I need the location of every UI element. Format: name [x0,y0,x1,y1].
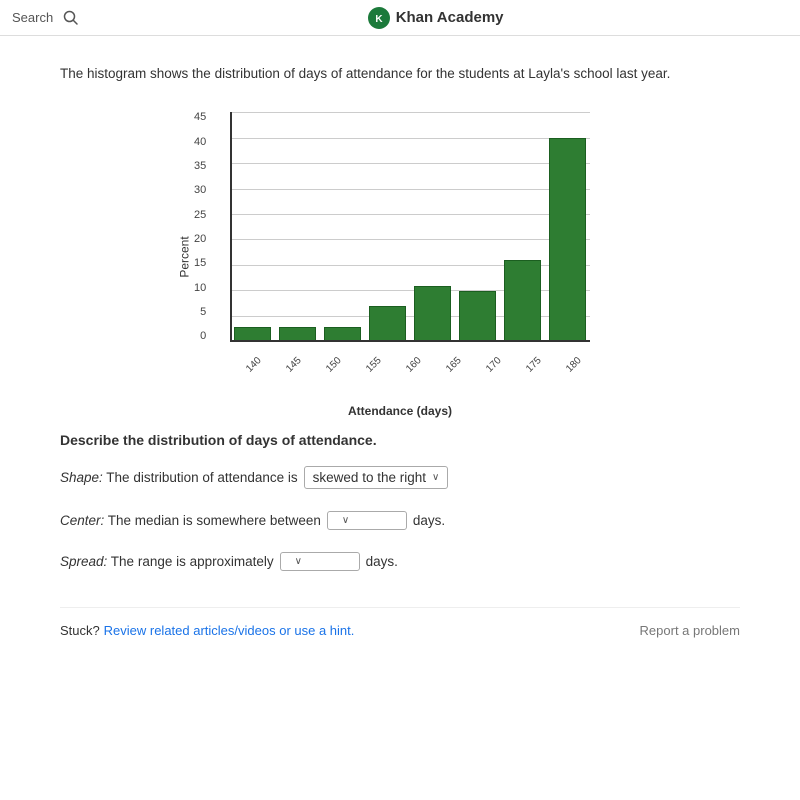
y-tick-5: 5 [200,307,206,318]
chart-container: Percent 45 40 35 30 25 20 15 10 5 0 [60,102,740,412]
center-unit: days. [413,513,445,528]
brand-icon: K [368,7,390,29]
bar-group-145-150 [275,112,320,342]
y-axis-line [230,112,232,342]
center-row: Center: The median is somewhere between … [60,511,740,530]
x-tick-180: 180 [556,347,592,383]
shape-dropdown[interactable]: skewed to the right ∨ [304,466,449,489]
describe-title: Describe the distribution of days of att… [60,432,740,448]
bar-group-165-170 [455,112,500,342]
shape-value: skewed to the right [313,470,426,485]
bar-160-165 [414,286,451,342]
bar-group-155-160 [365,112,410,342]
y-axis-labels: 45 40 35 30 25 20 15 10 5 0 [194,112,206,342]
y-tick-25: 25 [194,210,206,221]
x-tick-150: 150 [316,347,352,383]
x-axis-line [230,340,590,342]
bar-group-175-180 [545,112,590,342]
x-tick-175: 175 [516,347,552,383]
bar-group-160-165 [410,112,455,342]
svg-text:K: K [375,14,383,25]
stuck-area: Stuck? Review related articles/videos or… [60,622,354,638]
bar-170-175 [504,260,541,342]
search-area: Search [12,6,83,30]
bar-155-160 [369,306,406,342]
y-tick-40: 40 [194,137,206,148]
x-tick-170: 170 [476,347,512,383]
chart-inner: 45 40 35 30 25 20 15 10 5 0 [230,112,590,372]
bars-area [230,112,590,342]
shape-dropdown-arrow: ∨ [432,472,439,483]
search-icon[interactable] [59,6,83,30]
spread-label: Spread: The range is approximately [60,554,274,569]
y-axis-label: Percent [178,237,192,278]
content-area: The histogram shows the distribution of … [0,36,800,800]
stuck-text: Stuck? [60,623,100,638]
describe-section: Describe the distribution of days of att… [60,432,740,571]
spread-row: Spread: The range is approximately ∨ day… [60,552,740,571]
y-tick-15: 15 [194,258,206,269]
x-axis-label: Attendance (days) [190,404,610,418]
footer-bar: Stuck? Review related articles/videos or… [60,607,740,638]
shape-label: Shape: The distribution of attendance is [60,470,298,485]
x-tick-155: 155 [356,347,392,383]
bar-group-140-145 [230,112,275,342]
bar-165-170 [459,291,496,342]
spread-unit: days. [366,554,398,569]
y-tick-35: 35 [194,161,206,172]
brand-name: Khan Academy [396,9,504,26]
brand-center: K Khan Academy [83,7,788,29]
y-tick-30: 30 [194,185,206,196]
y-tick-0: 0 [200,331,206,342]
x-tick-165: 165 [436,347,472,383]
spread-dropdown-arrow: ∨ [295,556,302,567]
center-dropdown-arrow: ∨ [342,515,349,526]
bar-175-180 [549,138,586,342]
x-axis-labels: 140 145 150 155 160 165 170 175 180 [230,357,590,372]
y-tick-45: 45 [194,112,206,123]
bar-group-150-155 [320,112,365,342]
shape-row: Shape: The distribution of attendance is… [60,466,740,489]
center-dropdown[interactable]: ∨ [327,511,407,530]
x-tick-145: 145 [276,347,312,383]
spread-dropdown[interactable]: ∨ [280,552,360,571]
top-bar: Search K Khan Academy [0,0,800,36]
x-tick-160: 160 [396,347,432,383]
y-tick-20: 20 [194,234,206,245]
problem-description: The histogram shows the distribution of … [60,64,740,84]
chart-wrap: Percent 45 40 35 30 25 20 15 10 5 0 [190,102,610,412]
review-link[interactable]: Review related articles/videos or use a … [104,623,355,638]
report-link[interactable]: Report a problem [640,623,740,638]
y-tick-10: 10 [194,283,206,294]
search-label: Search [12,10,53,25]
center-label: Center: The median is somewhere between [60,513,321,528]
bar-group-170-175 [500,112,545,342]
x-tick-140: 140 [236,347,272,383]
